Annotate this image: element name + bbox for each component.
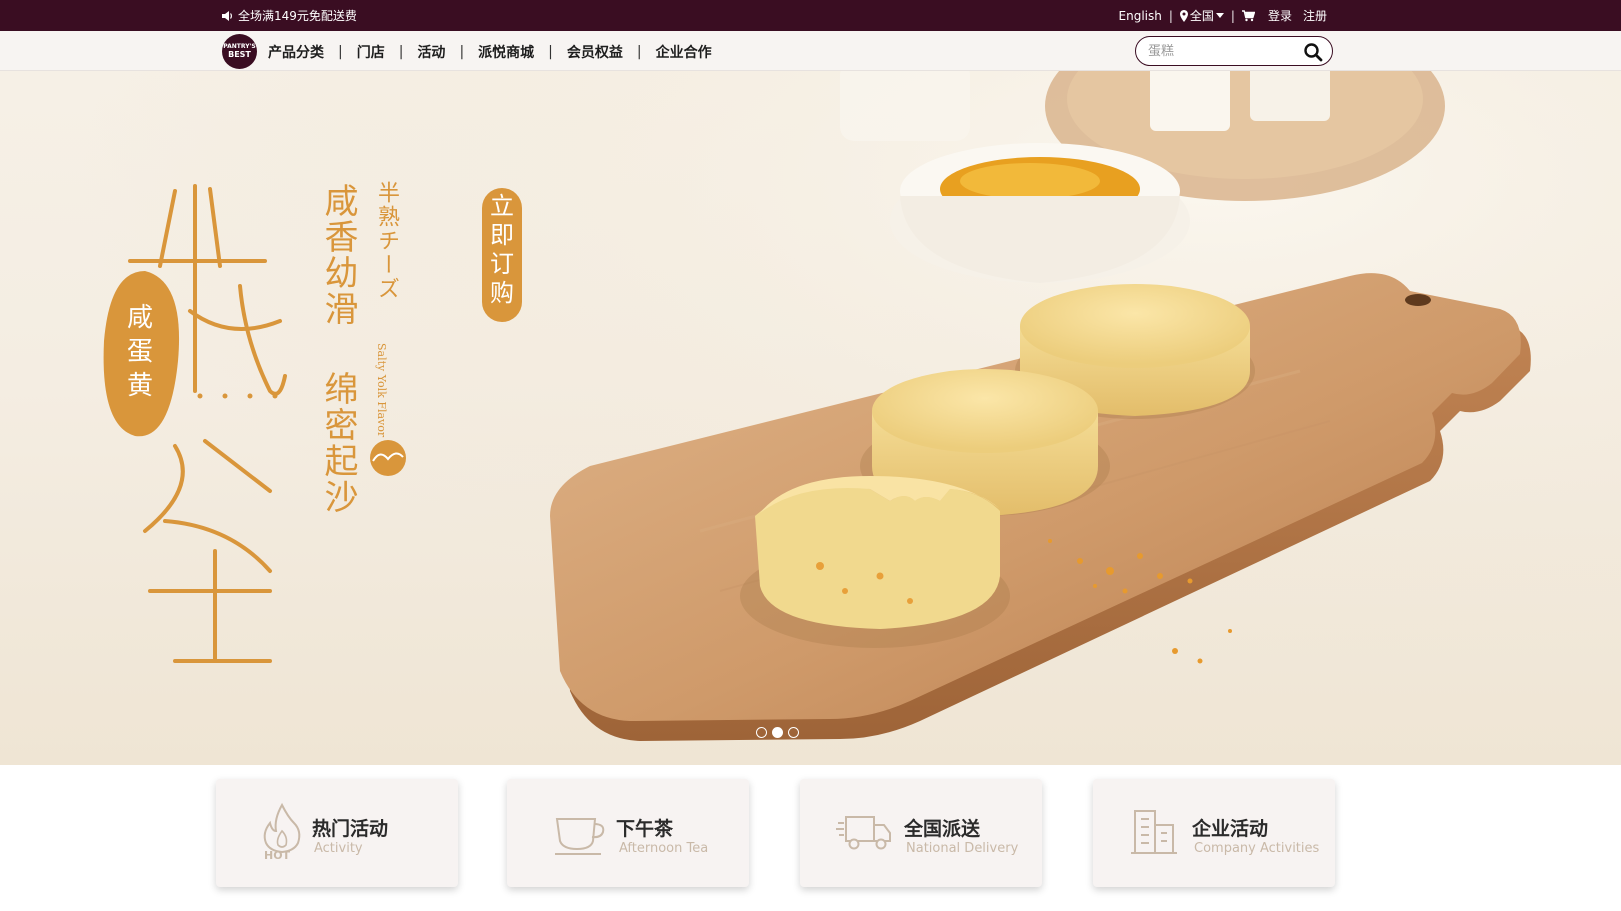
search-input[interactable] (1148, 43, 1298, 59)
feature-card-national-delivery[interactable]: 全国派送 National Delivery (800, 779, 1042, 887)
separator: | (1168, 8, 1173, 23)
cta-char: 购 (490, 279, 514, 307)
speaker-icon (222, 10, 232, 21)
feature-subtitle: National Delivery (906, 841, 1019, 856)
caret-down-icon (1215, 13, 1224, 18)
shipping-notice-text: 全场满149元免配送费 (238, 9, 357, 23)
hero-subtitle-en: Salty Yolk Flavor (375, 343, 388, 438)
feature-cards: HOT 热门活动 Activity 下午茶 Afternoon Tea 全国派送… (0, 765, 1621, 911)
building-icon (1131, 810, 1177, 854)
cta-char: 立 (490, 192, 514, 220)
salty-yolk-badge-text: 咸 蛋 黄 (124, 301, 156, 403)
register-link[interactable]: 注册 (1303, 7, 1327, 24)
nav-item-member-benefits[interactable]: 会员权益 (567, 42, 623, 62)
nav-item-mall[interactable]: 派悦商城 (478, 42, 534, 62)
hot-label: HOT (264, 849, 291, 862)
delivery-truck-icon (836, 816, 891, 850)
hero-tagline-col2: 绵密起沙 (318, 371, 358, 515)
hero-photo (0, 71, 1621, 765)
order-now-button[interactable]: 立 即 订 购 (482, 192, 522, 308)
carousel-dots (756, 727, 799, 738)
badge-char: 咸 (126, 303, 153, 333)
feature-card-afternoon-tea[interactable]: 下午茶 Afternoon Tea (507, 779, 749, 887)
feature-subtitle: Company Activities (1194, 841, 1320, 856)
badge-char: 蛋 (126, 337, 153, 367)
region-label: 全国 (1189, 9, 1214, 23)
carousel-dot-1[interactable] (756, 727, 767, 738)
carousel-dot-2[interactable] (772, 727, 783, 738)
nav-item-activities[interactable]: 活动 (417, 42, 445, 62)
nav-separator: | (548, 44, 553, 60)
hero-tagline-col1: 咸香幼滑 (318, 183, 358, 327)
nav-separator: | (398, 44, 404, 60)
cart-icon[interactable] (1241, 9, 1255, 22)
nav-item-product-categories[interactable]: 产品分类 (268, 42, 324, 62)
logo-text: PANTRY'S (223, 43, 256, 50)
brand-logo[interactable]: PANTRY'S BEST (222, 34, 257, 69)
login-link[interactable]: 登录 (1268, 7, 1292, 24)
feature-title: 全国派送 (904, 818, 981, 840)
announcement-bar: 全场满149元免配送费 English | 全国 | 登录 注册 (0, 0, 1621, 31)
search-icon[interactable] (1303, 42, 1323, 62)
nav-separator: | (338, 44, 343, 60)
feature-subtitle: Afternoon Tea (619, 841, 709, 856)
feature-title: 企业活动 (1192, 818, 1269, 840)
nav-separator: | (636, 44, 642, 60)
feature-card-company-activities[interactable]: 企业活动 Company Activities (1093, 779, 1335, 887)
teacup-icon (555, 818, 605, 855)
cta-char: 即 (490, 221, 514, 249)
language-link[interactable]: English (1119, 9, 1162, 23)
logo-text: BEST (228, 50, 251, 59)
search-box (1135, 36, 1333, 66)
nav-item-enterprise[interactable]: 企业合作 (656, 42, 712, 62)
feature-title: 下午茶 (616, 818, 674, 840)
cta-char: 订 (490, 250, 514, 278)
hero-banner[interactable]: 咸 蛋 黄 半 熟 芝 士 咸香幼滑 绵密起沙 半熟チーズ Salty Yolk… (0, 71, 1621, 765)
carousel-dot-3[interactable] (788, 727, 799, 738)
feature-title: 热门活动 (312, 818, 389, 840)
region-selector[interactable]: 全国 (1179, 7, 1224, 24)
main-nav: PANTRY'S BEST 产品分类 | 门店 | 活动 | 派悦商城 | 会员… (0, 31, 1621, 71)
hero-subtitle-jp: 半熟チーズ (374, 181, 399, 301)
location-pin-icon (1179, 9, 1188, 22)
shipping-notice: 全场满149元免配送费 (221, 7, 357, 24)
nav-item-stores[interactable]: 门店 (357, 42, 385, 62)
tart-front-bitten (740, 476, 1010, 648)
feature-subtitle: Activity (314, 841, 363, 856)
hero-title-chars: 半 熟 芝 士 (1, 72, 2, 73)
feature-card-activity[interactable]: HOT 热门活动 Activity (216, 779, 458, 887)
nav-menu: 产品分类 | 门店 | 活动 | 派悦商城 | 会员权益 | 企业合作 (268, 42, 712, 62)
badge-char: 黄 (126, 371, 153, 401)
nav-separator: | (459, 44, 465, 60)
separator: | (1230, 8, 1235, 23)
